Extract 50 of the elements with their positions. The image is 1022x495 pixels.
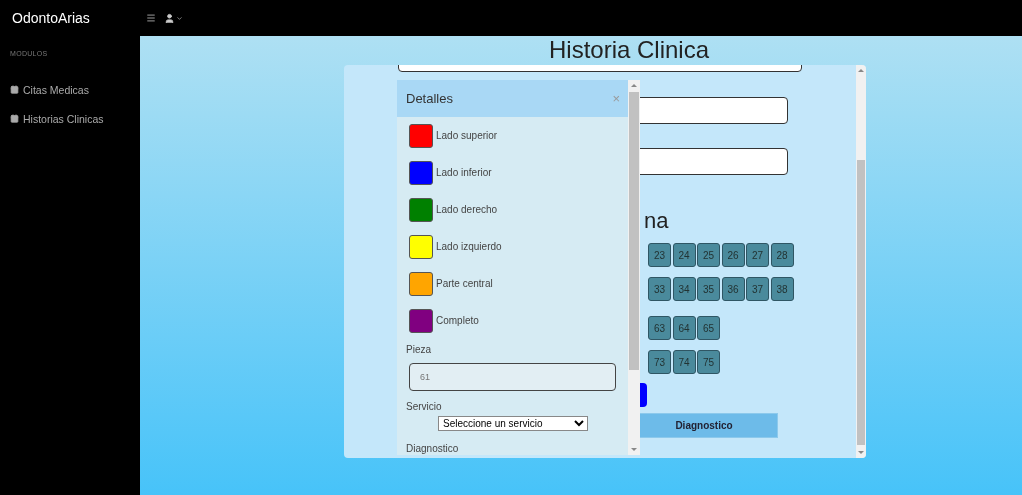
tooth-button[interactable]: 34 [672,277,696,301]
color-swatch[interactable] [409,271,433,296]
scrollbar[interactable] [628,80,640,455]
field-label: Pieza [405,344,432,355]
color-swatch[interactable] [409,160,433,185]
modal-title: Detalles [406,91,453,106]
tooth-button[interactable]: 24 [672,243,696,267]
sidebar-item[interactable]: Historias Clinicas [10,104,140,133]
tooth-button[interactable]: 37 [746,277,769,301]
scrollbar[interactable] [856,65,866,458]
color-swatch[interactable] [409,123,433,148]
tooth-button[interactable]: 23 [648,243,671,267]
user-icon [164,12,175,24]
tooth-button[interactable]: 64 [672,316,696,340]
tooth-button[interactable]: 28 [770,243,794,267]
calendar-icon [10,85,19,94]
surface-label: Lado inferior [436,167,492,178]
surface-label: Lado superior [436,130,498,141]
color-swatch[interactable] [409,234,433,259]
close-button[interactable]: × [612,91,620,106]
field-label: Servicio [405,401,443,412]
service-select[interactable]: Seleccione un servicio [438,416,588,431]
menu-icon[interactable] [146,13,156,23]
user-menu-button[interactable] [164,12,183,24]
tooth-button[interactable]: 74 [672,350,696,374]
tooth-button[interactable]: 38 [770,277,794,301]
page-title: Historia Clinica [547,36,710,65]
surface-label: Lado derecho [436,204,498,215]
sidebar-item[interactable]: Citas Medicas [10,75,140,104]
surface-label: Lado izquierdo [436,241,502,252]
color-swatch[interactable] [409,308,433,333]
color-swatch[interactable] [409,197,433,222]
section-heading: na [644,208,669,234]
surface-label: Completo [436,315,479,326]
surface-label: Parte central [436,278,493,289]
tooth-button[interactable]: 26 [721,243,745,267]
tooth-button[interactable]: 33 [648,277,671,301]
piece-field[interactable]: 61 [409,363,616,391]
tooth-button[interactable]: 25 [697,243,720,267]
calendar-icon [10,114,19,123]
tooth-button[interactable]: 75 [697,350,720,374]
field-label: Diagnostico [405,443,460,454]
tooth-button[interactable]: 27 [746,243,769,267]
caret-icon [176,14,183,22]
tooth-button[interactable]: 63 [648,316,671,340]
tooth-button[interactable]: 36 [721,277,745,301]
tooth-button[interactable]: 65 [697,316,720,340]
tooth-button[interactable]: 35 [697,277,720,301]
brand-name: OdontoArias [11,10,91,26]
tooth-button[interactable]: 73 [648,350,671,374]
